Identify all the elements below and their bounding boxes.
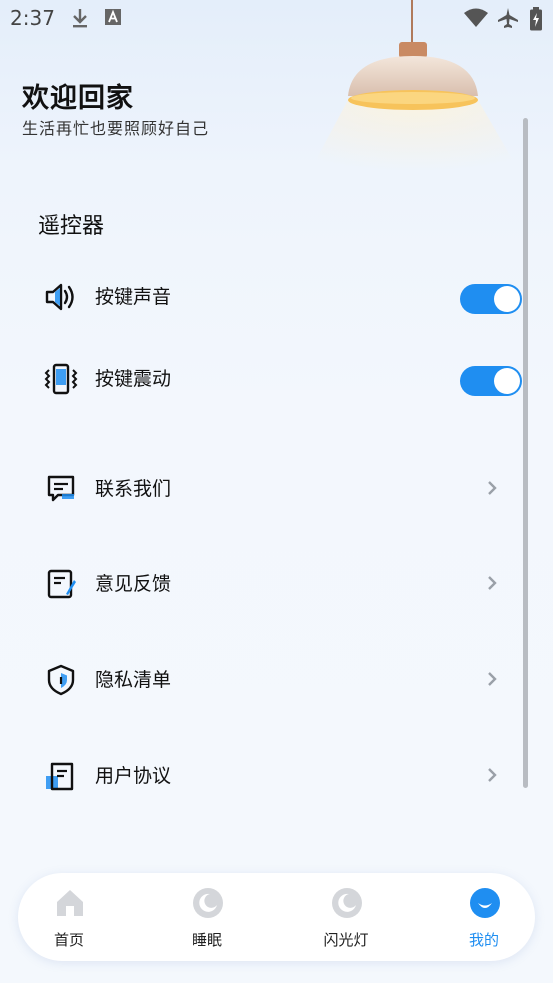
shield-icon xyxy=(47,664,75,696)
message-icon xyxy=(47,475,75,502)
menu-item-label: 用户协议 xyxy=(95,765,172,787)
menu-item-label: 联系我们 xyxy=(95,478,172,500)
key-sound-label: 按键声音 xyxy=(95,286,172,308)
lamp-illustration xyxy=(300,0,530,190)
menu-item-contact-us[interactable]: 联系我们 xyxy=(0,462,525,512)
tab-sleep[interactable]: 睡眠 xyxy=(157,873,257,961)
tab-mine[interactable]: 我的 xyxy=(434,873,534,961)
chevron-right-icon xyxy=(488,768,497,782)
tab-label: 闪光灯 xyxy=(323,931,369,949)
menu-item-label: 隐私清单 xyxy=(95,669,172,691)
tab-label: 睡眠 xyxy=(191,931,222,949)
menu-item-user-agreement[interactable]: 用户协议 xyxy=(0,749,525,799)
chevron-right-icon xyxy=(488,481,497,495)
download-icon xyxy=(73,9,87,28)
chevron-right-icon xyxy=(488,672,497,686)
status-time: 2:37 xyxy=(10,6,55,30)
smile-icon xyxy=(470,888,500,918)
section-title-remote: 遥控器 xyxy=(38,214,105,239)
key-sound-toggle[interactable] xyxy=(460,284,522,314)
feedback-icon xyxy=(47,569,76,599)
tab-home[interactable]: 首页 xyxy=(19,873,119,961)
menu-item-privacy-list[interactable]: 隐私清单 xyxy=(0,653,525,703)
toggle-knob xyxy=(494,286,520,312)
page-title: 欢迎回家 xyxy=(22,83,134,114)
speaker-icon xyxy=(45,283,74,311)
menu-item-feedback[interactable]: 意见反馈 xyxy=(0,557,525,607)
page-subtitle: 生活再忙也要照顾好自己 xyxy=(22,119,210,138)
key-vibration-toggle[interactable] xyxy=(460,366,522,396)
chevron-right-icon xyxy=(488,576,497,590)
toggle-knob xyxy=(494,368,520,394)
tab-label: 我的 xyxy=(468,931,499,949)
tab-label: 首页 xyxy=(53,931,84,949)
moon-icon xyxy=(193,888,223,918)
key-vibration-label: 按键震动 xyxy=(95,368,172,390)
font-a-icon xyxy=(105,9,121,25)
moon-icon xyxy=(332,888,362,918)
tab-flashlight[interactable]: 闪光灯 xyxy=(296,873,396,961)
vibrate-icon xyxy=(44,363,78,395)
key-sound-row: 按键声音 xyxy=(0,270,525,320)
scrollbar[interactable] xyxy=(523,118,528,788)
bottom-tab-bar: 首页 睡眠 闪光灯 我的 xyxy=(18,873,535,961)
menu-item-label: 意见反馈 xyxy=(95,573,172,595)
battery-charging-icon xyxy=(530,7,542,31)
key-vibration-row: 按键震动 xyxy=(0,352,525,402)
home-icon xyxy=(57,890,83,916)
document-icon xyxy=(46,762,74,791)
